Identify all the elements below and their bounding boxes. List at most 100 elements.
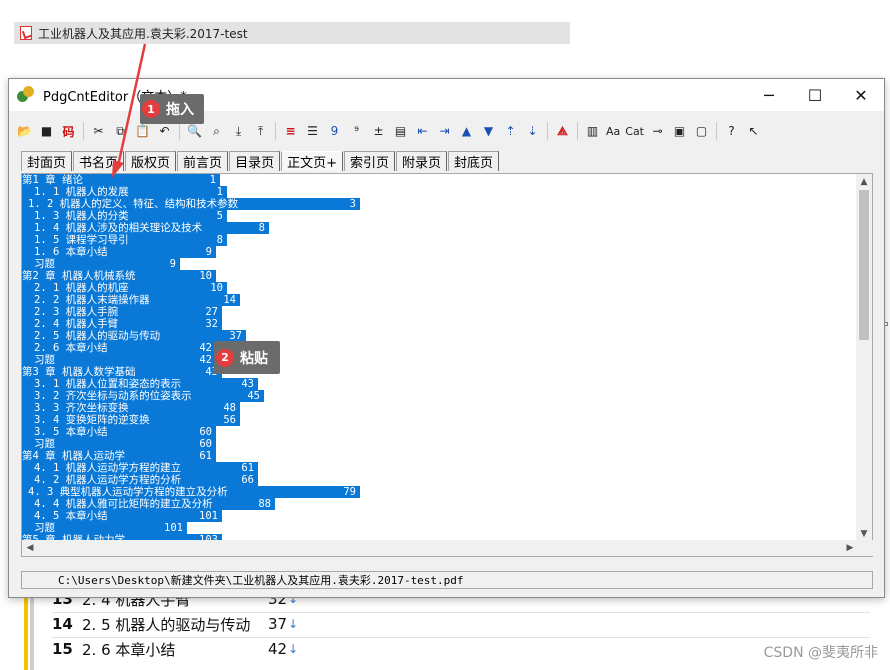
export-icon[interactable]: ⤒: [251, 122, 270, 141]
text-editor[interactable]: 第1 章 绪论 1 1. 1 机器人的发展 1 1. 2 机器人的定义、特征、结构和技术…: [21, 173, 874, 557]
find-icon[interactable]: 🔍: [185, 122, 204, 141]
step-badge: 2: [216, 348, 234, 367]
columns-icon[interactable]: ▥: [583, 122, 602, 141]
toc-line[interactable]: 习题 42: [22, 354, 857, 366]
pdf-icon[interactable]: ⟁: [553, 122, 572, 141]
horizontal-scrollbar[interactable]: ◀ ▶: [22, 540, 874, 556]
toc-line[interactable]: 3. 2 齐次坐标与动系的位姿表示 45: [22, 390, 857, 402]
tab-contents[interactable]: 目录页: [229, 151, 281, 171]
editor-content[interactable]: 第1 章 绪论 1 1. 1 机器人的发展 1 1. 2 机器人的定义、特征、结构和技术…: [22, 174, 857, 542]
scroll-right-icon[interactable]: ▶: [842, 540, 858, 556]
toc-entry-page: 8: [258, 222, 265, 234]
toc-entry-page: 42: [199, 342, 212, 354]
minimize-button[interactable]: ─: [746, 79, 792, 111]
indent-right-icon[interactable]: ⇥: [435, 122, 454, 141]
toc-entry-page: 9: [205, 246, 212, 258]
toc-line[interactable]: 习题 101: [22, 522, 857, 534]
toc-entry-page: 101: [199, 510, 218, 522]
tab-body[interactable]: 正文页+: [281, 151, 343, 171]
paste-icon[interactable]: 📋: [133, 122, 152, 141]
screen-icon[interactable]: ▢: [692, 122, 711, 141]
toc-line[interactable]: 4. 5 本章小结 101: [22, 510, 857, 522]
toc-line[interactable]: 第3 章 机器人数学基础 43: [22, 366, 857, 378]
document-margin-bar: [24, 592, 28, 670]
align-left-icon[interactable]: ≡: [281, 122, 300, 141]
toc-entry-title: 4. 4 机器人雅可比矩阵的建立及分析: [34, 498, 213, 510]
toc-line[interactable]: 2. 3 机器人手腕 27: [22, 306, 857, 318]
toc-line[interactable]: 3. 4 变换矩阵的逆变换 56: [22, 414, 857, 426]
toc-line[interactable]: 第1 章 绪论 1: [22, 174, 857, 186]
background-file-tab[interactable]: 工业机器人及其应用.袁夫彩.2017-test: [14, 22, 570, 44]
indent-left-icon[interactable]: ⇤: [413, 122, 432, 141]
toc-line[interactable]: 习题 60: [22, 438, 857, 450]
toc-line[interactable]: 4. 2 机器人运动学方程的分析 66: [22, 474, 857, 486]
tab-back-cover[interactable]: 封底页: [448, 151, 500, 171]
maximize-button[interactable]: ☐: [792, 79, 838, 111]
toc-line[interactable]: 3. 5 本章小结 60: [22, 426, 857, 438]
toc-line[interactable]: 3. 1 机器人位置和姿态的表示 43: [22, 378, 857, 390]
toc-entry-page: 48: [223, 402, 236, 414]
row-page: 42: [268, 640, 288, 658]
toc-line[interactable]: 第2 章 机器人机械系统 10: [22, 270, 857, 282]
font-icon[interactable]: Aa: [605, 122, 621, 141]
scroll-thumb[interactable]: [859, 190, 869, 340]
selected-text: 3. 2 齐次坐标与动系的位姿表示 45: [22, 390, 264, 402]
toc-line[interactable]: 4. 1 机器人运动学方程的建立 61: [22, 462, 857, 474]
level-down-icon[interactable]: ⇣: [523, 122, 542, 141]
toc-entry-page: 66: [241, 474, 254, 486]
toc-line[interactable]: 2. 5 机器人的驱动与传动 37: [22, 330, 857, 342]
toc-line[interactable]: 4. 4 机器人雅可比矩阵的建立及分析 88: [22, 498, 857, 510]
tab-copyright[interactable]: 版权页: [125, 151, 177, 171]
toc-line[interactable]: 习题 9: [22, 258, 857, 270]
toc-line[interactable]: 第4 章 机器人运动学 61: [22, 450, 857, 462]
toc-line[interactable]: 4. 3 典型机器人运动学方程的建立及分析 79: [22, 486, 857, 498]
toc-entry-title: 1. 6 本章小结: [34, 246, 108, 258]
number-icon[interactable]: 9: [325, 122, 344, 141]
align-icon[interactable]: ☰: [303, 122, 322, 141]
toc-line[interactable]: 1. 1 机器人的发展 1: [22, 186, 857, 198]
plus-minus-icon[interactable]: ±: [369, 122, 388, 141]
undo-icon[interactable]: ↶: [155, 122, 174, 141]
copy-icon[interactable]: ⧉: [111, 122, 130, 141]
save-icon[interactable]: ■: [37, 122, 56, 141]
import-icon[interactable]: ⤓: [229, 122, 248, 141]
tab-appendix[interactable]: 附录页: [396, 151, 448, 171]
move-up-icon[interactable]: ▲: [457, 122, 476, 141]
toc-line[interactable]: 2. 2 机器人末端操作器 14: [22, 294, 857, 306]
toc-line[interactable]: 1. 5 课程学习导引 8: [22, 234, 857, 246]
toolbar-separator: [716, 122, 717, 140]
toc-line[interactable]: 1. 6 本章小结 9: [22, 246, 857, 258]
cut-icon[interactable]: ✂: [89, 122, 108, 141]
toc-line[interactable]: 2. 6 本章小结 42: [22, 342, 857, 354]
toc-line[interactable]: 1. 4 机器人涉及的相关理论及技术 8: [22, 222, 857, 234]
toc-line[interactable]: 2. 1 机器人的机座 10: [22, 282, 857, 294]
selected-text: 4. 4 机器人雅可比矩阵的建立及分析 88: [22, 498, 275, 510]
window-icon[interactable]: ▣: [670, 122, 689, 141]
paragraph-mark-icon: ↓: [288, 617, 299, 631]
cat-icon[interactable]: Cat: [624, 122, 645, 141]
tab-index[interactable]: 索引页: [343, 151, 395, 171]
tab-preface[interactable]: 前言页: [177, 151, 229, 171]
selected-text: 2. 6 本章小结 42: [22, 342, 216, 354]
pointer-icon[interactable]: ↖: [744, 122, 763, 141]
scroll-left-icon[interactable]: ◀: [22, 540, 38, 556]
page-icon[interactable]: ▤: [391, 122, 410, 141]
scroll-up-icon[interactable]: ▲: [856, 174, 872, 190]
help-icon[interactable]: ?: [722, 122, 741, 141]
toc-line[interactable]: 2. 4 机器人手臂 32: [22, 318, 857, 330]
tab-title-page[interactable]: 书名页: [73, 151, 125, 171]
toc-line[interactable]: 1. 3 机器人的分类 5: [22, 210, 857, 222]
close-button[interactable]: ✕: [838, 79, 884, 111]
encoding-icon[interactable]: 码: [59, 122, 78, 141]
toc-line[interactable]: 3. 3 齐次坐标变换 48: [22, 402, 857, 414]
toc-line[interactable]: 1. 2 机器人的定义、特征、结构和技术参数 3: [22, 198, 857, 210]
level-up-icon[interactable]: ⇡: [501, 122, 520, 141]
pin-icon[interactable]: ⊸: [648, 122, 667, 141]
renumber-icon[interactable]: ⁹: [347, 122, 366, 141]
vertical-scrollbar[interactable]: ▲ ▼: [856, 174, 872, 542]
find-next-icon[interactable]: ⌕: [207, 122, 226, 141]
move-down-icon[interactable]: ▼: [479, 122, 498, 141]
toc-entry-title: 第2 章 机器人机械系统: [22, 270, 136, 282]
tab-cover[interactable]: 封面页: [21, 151, 73, 171]
open-folder-icon[interactable]: 📂: [15, 122, 34, 141]
